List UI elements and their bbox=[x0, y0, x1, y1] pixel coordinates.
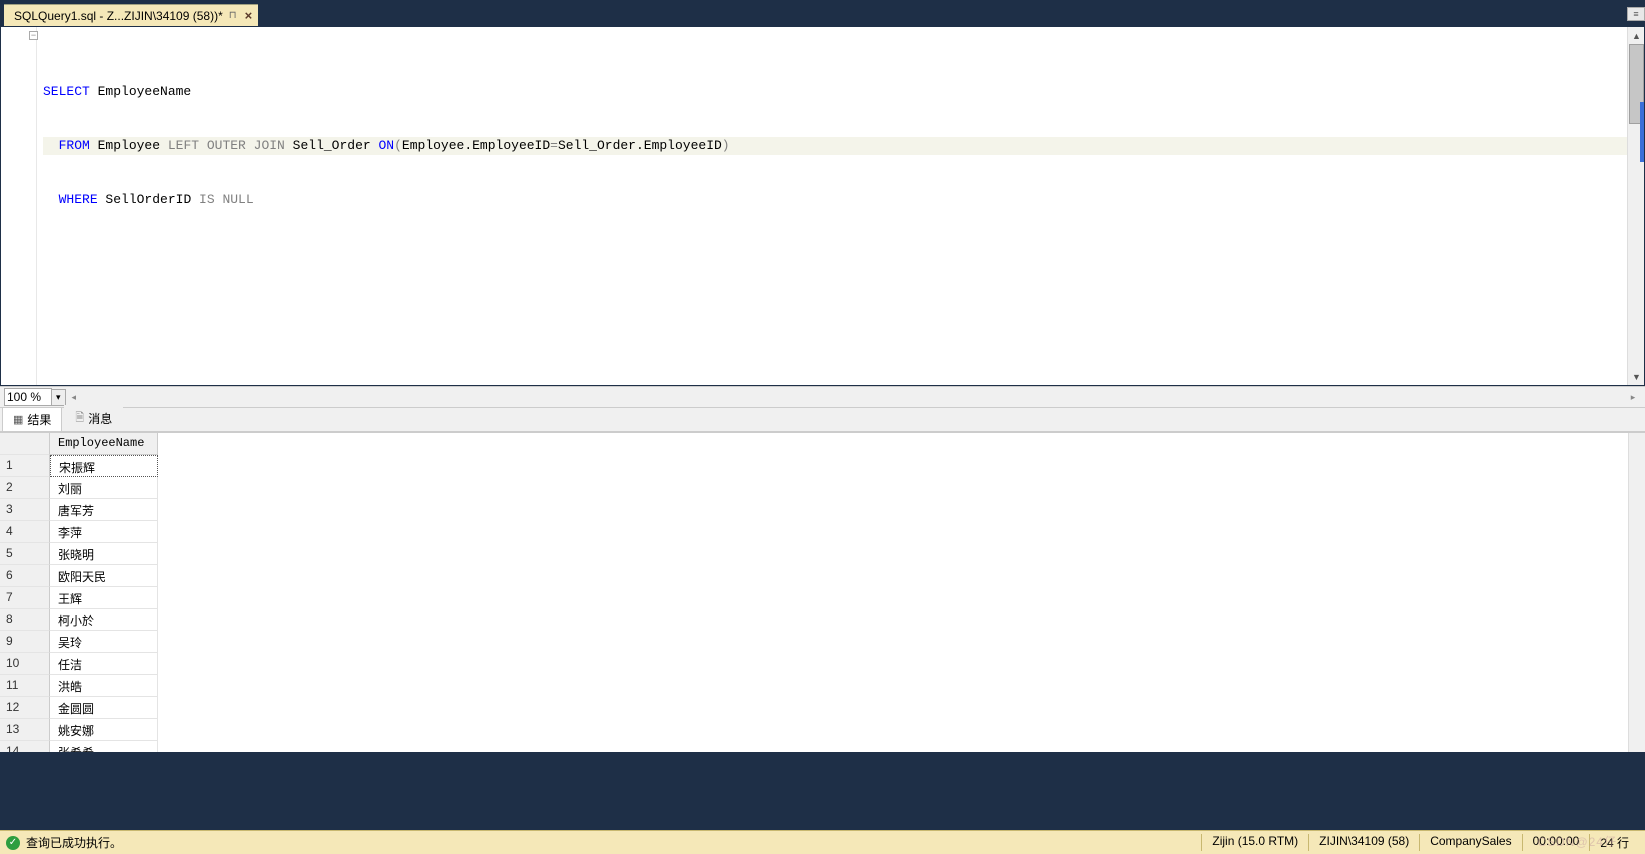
column-body: EmployeeName 宋振辉 刘丽 唐军芳 李萍 张晓明 欧阳天民 王辉 柯… bbox=[50, 433, 158, 752]
status-rows: 24 行 bbox=[1589, 834, 1639, 851]
tab-results[interactable]: ▦ 结果 bbox=[2, 407, 62, 431]
grid-cell[interactable]: 欧阳天民 bbox=[50, 565, 158, 587]
zoom-level[interactable]: 100 % bbox=[4, 388, 52, 406]
row-number[interactable]: 3 bbox=[0, 499, 50, 521]
success-icon: ✓ bbox=[6, 836, 20, 850]
pin-icon[interactable]: ⊓ bbox=[229, 10, 237, 21]
row-number[interactable]: 7 bbox=[0, 587, 50, 609]
grid-cell[interactable]: 金圆圆 bbox=[50, 697, 158, 719]
scroll-down-icon[interactable]: ▼ bbox=[1628, 368, 1645, 385]
row-number[interactable]: 11 bbox=[0, 675, 50, 697]
grid-cell[interactable]: 姚安娜 bbox=[50, 719, 158, 741]
hscroll-right-icon[interactable]: ▸ bbox=[1625, 389, 1641, 405]
result-tabs: ▦ 结果 🗎 消息 bbox=[0, 408, 1645, 432]
grid-icon: ▦ bbox=[13, 413, 23, 426]
row-number[interactable]: 4 bbox=[0, 521, 50, 543]
grid-cell[interactable]: 任洁 bbox=[50, 653, 158, 675]
row-number[interactable]: 13 bbox=[0, 719, 50, 741]
row-number[interactable]: 6 bbox=[0, 565, 50, 587]
grid-cell[interactable]: 唐军芳 bbox=[50, 499, 158, 521]
status-time: 00:00:00 bbox=[1522, 834, 1590, 851]
grid-cell[interactable]: 张希希 bbox=[50, 741, 158, 752]
file-tab[interactable]: SQLQuery1.sql - Z...ZIJIN\34109 (58))* ⊓… bbox=[4, 4, 258, 26]
keyword: SELECT bbox=[43, 84, 90, 99]
grid-cell[interactable]: 洪皓 bbox=[50, 675, 158, 697]
grid-cell[interactable]: 刘丽 bbox=[50, 477, 158, 499]
results-grid: 1 2 3 4 5 6 7 8 9 10 11 12 13 14 Employe… bbox=[0, 432, 1645, 752]
grid-cell[interactable]: 王辉 bbox=[50, 587, 158, 609]
hscroll-left-icon[interactable]: ◂ bbox=[72, 392, 77, 403]
grid-cell[interactable]: 李萍 bbox=[50, 521, 158, 543]
zoom-bar: 100 % ▾ ◂ ▸ bbox=[0, 386, 1645, 408]
row-number[interactable]: 9 bbox=[0, 631, 50, 653]
row-headers: 1 2 3 4 5 6 7 8 9 10 11 12 13 14 bbox=[0, 433, 50, 752]
row-number[interactable]: 5 bbox=[0, 543, 50, 565]
grid-corner[interactable] bbox=[0, 433, 50, 455]
row-number[interactable]: 12 bbox=[0, 697, 50, 719]
scroll-up-icon[interactable]: ▲ bbox=[1628, 27, 1645, 44]
tab-bar: SQLQuery1.sql - Z...ZIJIN\34109 (58))* ⊓… bbox=[0, 4, 1645, 26]
close-icon[interactable]: × bbox=[245, 8, 253, 23]
tab-messages[interactable]: 🗎 消息 bbox=[64, 405, 123, 431]
status-message: 查询已成功执行。 bbox=[26, 834, 122, 851]
message-icon: 🗎 bbox=[75, 409, 84, 428]
row-number[interactable]: 1 bbox=[0, 455, 50, 477]
results-vscroll[interactable] bbox=[1628, 433, 1645, 752]
editor-hscroll[interactable]: ▸ bbox=[82, 389, 1641, 405]
row-number[interactable]: 14 bbox=[0, 741, 50, 752]
tab-title: SQLQuery1.sql - Z...ZIJIN\34109 (58))* bbox=[14, 9, 223, 23]
zoom-caret-icon[interactable]: ▾ bbox=[52, 389, 66, 406]
row-number[interactable]: 10 bbox=[0, 653, 50, 675]
grid-cell[interactable]: 吴玲 bbox=[50, 631, 158, 653]
status-bar: ✓ 查询已成功执行。 Zijin (15.0 RTM) ZIJIN\34109 … bbox=[0, 830, 1645, 854]
scroll-position-marker bbox=[1640, 102, 1644, 162]
row-number[interactable]: 2 bbox=[0, 477, 50, 499]
sql-editor[interactable]: − SELECT EmployeeName FROM Employee LEFT… bbox=[0, 26, 1645, 386]
column-header[interactable]: EmployeeName bbox=[50, 433, 158, 455]
editor-vscroll[interactable]: ≡ ▲ ▼ bbox=[1627, 27, 1644, 385]
grid-cell[interactable]: 柯小於 bbox=[50, 609, 158, 631]
status-server: Zijin (15.0 RTM) bbox=[1201, 834, 1308, 851]
tab-results-label: 结果 bbox=[27, 411, 51, 428]
row-number[interactable]: 8 bbox=[0, 609, 50, 631]
grid-cell[interactable]: 张晓明 bbox=[50, 543, 158, 565]
editor-body[interactable]: SELECT EmployeeName FROM Employee LEFT O… bbox=[37, 27, 1644, 385]
status-user: ZIJIN\34109 (58) bbox=[1308, 834, 1419, 851]
editor-gutter: − bbox=[1, 27, 37, 385]
split-handle-icon[interactable]: ≡ bbox=[1627, 7, 1645, 21]
tab-messages-label: 消息 bbox=[88, 410, 112, 427]
status-database: CompanySales bbox=[1419, 834, 1521, 851]
grid-cell[interactable]: 宋振辉 bbox=[50, 455, 158, 477]
